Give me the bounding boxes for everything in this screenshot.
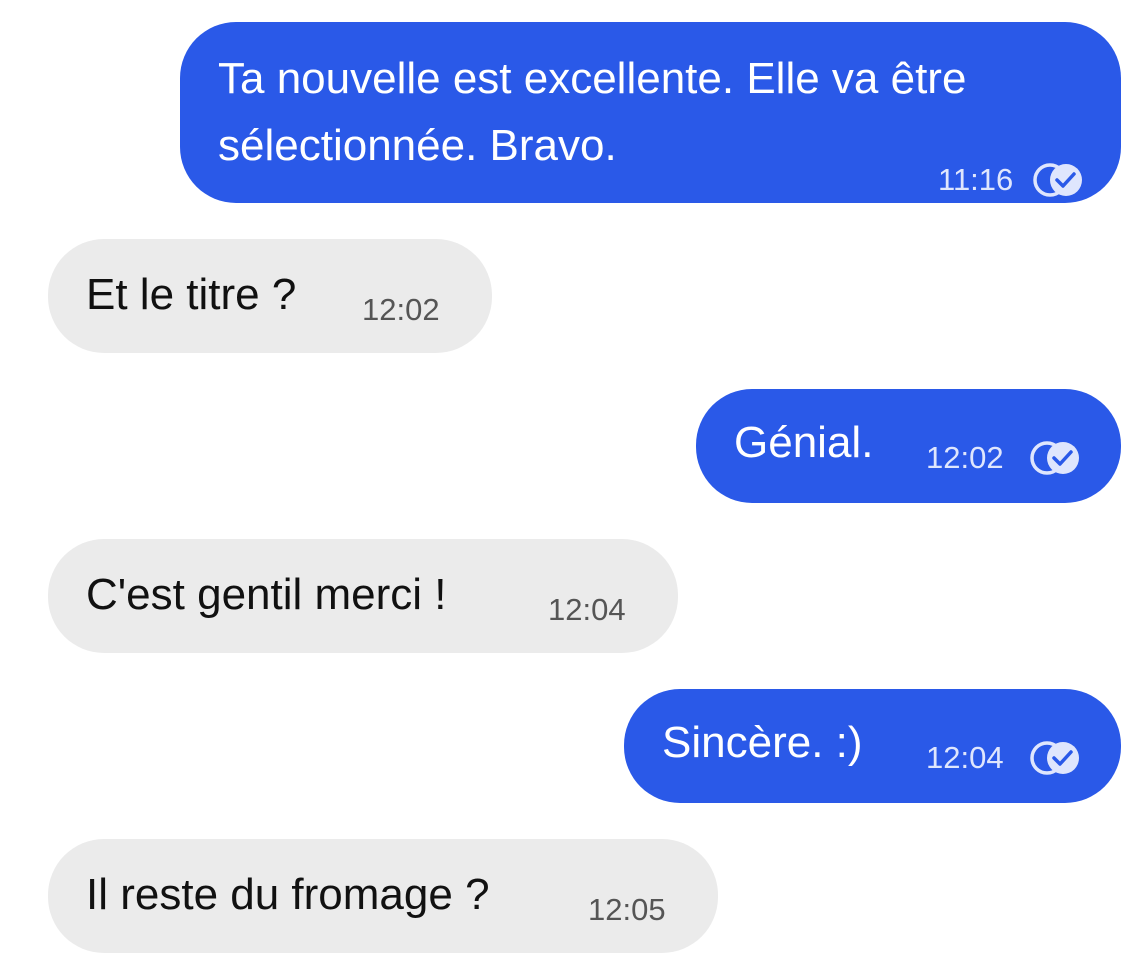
message-bubble-outgoing[interactable]: Sincère. :) 12:04 bbox=[624, 689, 1121, 803]
read-receipt-icon bbox=[1033, 163, 1082, 197]
message-time: 12:02 bbox=[362, 292, 440, 327]
read-receipt-icon bbox=[1030, 741, 1079, 775]
message-text: Et le titre ? bbox=[86, 270, 297, 319]
message-time: 12:04 bbox=[548, 592, 626, 627]
read-receipt-icon bbox=[1030, 441, 1079, 475]
chat-thread: Ta nouvelle est excellente. Elle va être… bbox=[0, 0, 1144, 973]
message-bubble-incoming[interactable]: Et le titre ? 12:02 bbox=[48, 239, 492, 353]
message-time: 12:04 bbox=[926, 740, 1004, 775]
message-time: 12:02 bbox=[926, 440, 1004, 475]
message-bubble-outgoing[interactable]: Ta nouvelle est excellente. Elle va être… bbox=[180, 22, 1121, 203]
message-text: Il reste du fromage ? bbox=[86, 870, 490, 919]
message-time: 11:16 bbox=[938, 162, 1014, 197]
message-bubble-incoming[interactable]: Il reste du fromage ? 12:05 bbox=[48, 839, 718, 953]
message-bubble-outgoing[interactable]: Génial. 12:02 bbox=[696, 389, 1121, 503]
message-bubble-incoming[interactable]: C'est gentil merci ! 12:04 bbox=[48, 539, 678, 653]
message-time: 12:05 bbox=[588, 892, 666, 927]
message-text: C'est gentil merci ! bbox=[86, 570, 447, 619]
message-text: Génial. bbox=[734, 418, 874, 467]
message-text: Sincère. :) bbox=[662, 718, 863, 767]
message-text: Ta nouvelle est excellente. Elle va être… bbox=[218, 54, 967, 170]
